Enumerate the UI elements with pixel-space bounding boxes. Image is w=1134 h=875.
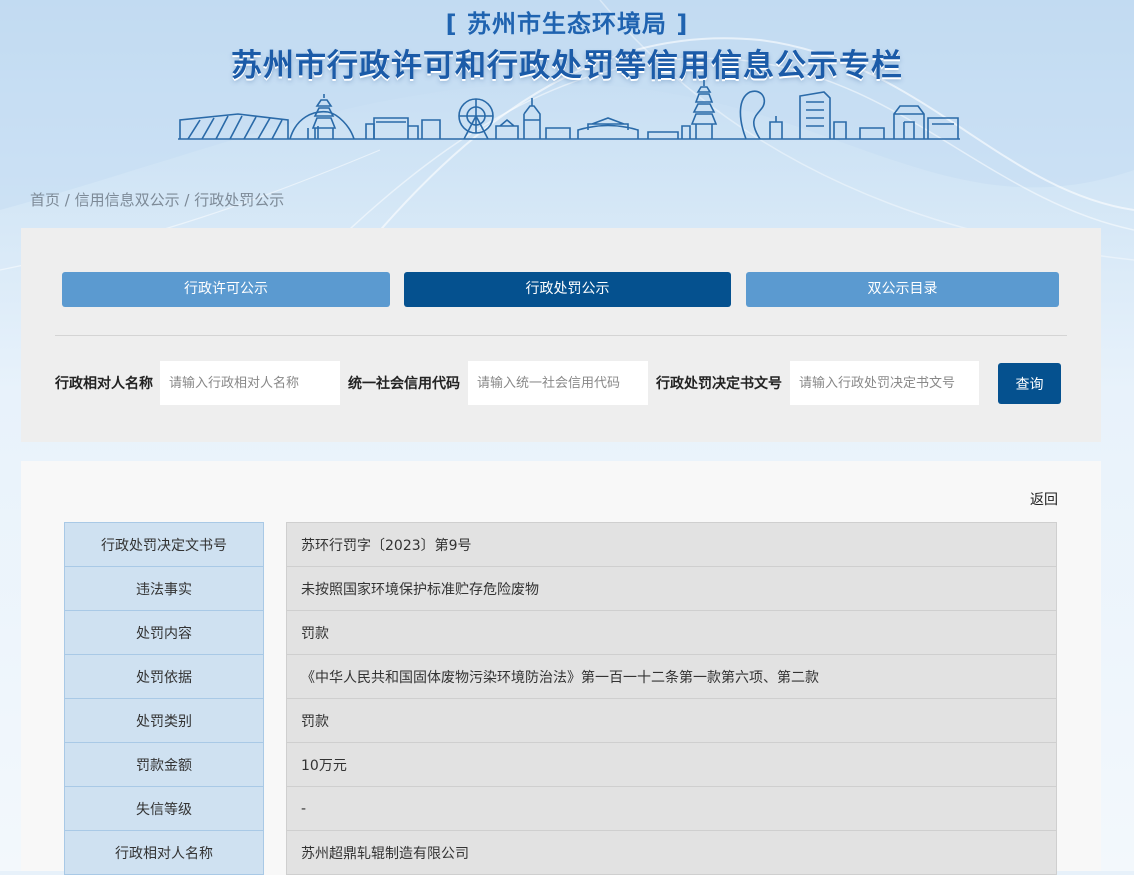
breadcrumb-separator: /	[179, 191, 195, 209]
row-label: 失信等级	[64, 786, 264, 831]
credit-code-input[interactable]	[468, 361, 648, 405]
decision-number-input[interactable]	[790, 361, 979, 405]
back-link[interactable]: 返回	[1030, 489, 1058, 509]
detail-panel: 返回 行政处罚决定文书号 苏环行罚字〔2023〕第9号 违法事实 未按照国家环境保护标…	[21, 461, 1101, 875]
tab-admin-license[interactable]: 行政许可公示	[62, 272, 390, 307]
row-gap	[263, 698, 287, 743]
credit-code-label: 统一社会信用代码	[348, 376, 460, 392]
table-row: 行政处罚决定文书号 苏环行罚字〔2023〕第9号	[64, 522, 1057, 567]
breadcrumb-current: 行政处罚公示	[194, 191, 285, 209]
counterparty-name-input[interactable]	[160, 361, 340, 405]
row-value: 10万元	[286, 742, 1057, 787]
agency-name: [ 苏州市生态环境局 ]	[445, 10, 689, 38]
row-label: 违法事实	[64, 566, 264, 611]
breadcrumb-home-link[interactable]: 首页	[30, 191, 60, 209]
row-gap	[263, 522, 287, 567]
breadcrumb-section-link[interactable]: 信用信息双公示	[75, 191, 180, 209]
row-gap	[263, 830, 287, 875]
row-gap	[263, 654, 287, 699]
row-label: 行政处罚决定文书号	[64, 522, 264, 567]
row-label: 行政相对人名称	[64, 830, 264, 875]
row-label: 罚款金额	[64, 742, 264, 787]
row-label: 处罚依据	[64, 654, 264, 699]
row-label: 处罚内容	[64, 610, 264, 655]
row-gap	[263, 610, 287, 655]
row-value: 罚款	[286, 698, 1057, 743]
breadcrumb-separator: /	[60, 191, 75, 209]
search-panel: 行政许可公示 行政处罚公示 双公示目录 行政相对人名称 统一社会信用代码 行政处…	[21, 228, 1101, 442]
tab-dual-catalog[interactable]: 双公示目录	[746, 272, 1059, 307]
table-row: 违法事实 未按照国家环境保护标准贮存危险废物	[64, 566, 1057, 611]
row-label: 处罚类别	[64, 698, 264, 743]
row-gap	[263, 566, 287, 611]
counterparty-name-label: 行政相对人名称	[55, 376, 153, 392]
table-row: 处罚类别 罚款	[64, 698, 1057, 743]
city-skyline-illustration	[178, 80, 960, 140]
table-row: 罚款金额 10万元	[64, 742, 1057, 787]
header-banner: [ 苏州市生态环境局 ] 苏州市行政许可和行政处罚等信用信息公示专栏	[0, 0, 1134, 150]
table-row: 失信等级 -	[64, 786, 1057, 831]
penalty-detail-table: 行政处罚决定文书号 苏环行罚字〔2023〕第9号 违法事实 未按照国家环境保护标准贮存…	[64, 522, 1057, 875]
query-button[interactable]: 查询	[998, 363, 1061, 404]
divider	[55, 335, 1067, 336]
table-row: 处罚内容 罚款	[64, 610, 1057, 655]
table-row: 处罚依据 《中华人民共和国固体废物污染环境防治法》第一百一十二条第一款第六项、第二…	[64, 654, 1057, 699]
row-value: 苏环行罚字〔2023〕第9号	[286, 522, 1057, 567]
breadcrumb: 首页 / 信用信息双公示 / 行政处罚公示	[30, 189, 284, 210]
row-gap	[263, 742, 287, 787]
row-value: 苏州超鼎轧辊制造有限公司	[286, 830, 1057, 875]
row-value: -	[286, 786, 1057, 831]
decision-number-label: 行政处罚决定书文号	[656, 376, 782, 392]
table-row: 行政相对人名称 苏州超鼎轧辊制造有限公司	[64, 830, 1057, 875]
row-value: 罚款	[286, 610, 1057, 655]
row-value: 《中华人民共和国固体废物污染环境防治法》第一百一十二条第一款第六项、第二款	[286, 654, 1057, 699]
tab-admin-penalty[interactable]: 行政处罚公示	[404, 272, 731, 307]
row-gap	[263, 786, 287, 831]
row-value: 未按照国家环境保护标准贮存危险废物	[286, 566, 1057, 611]
